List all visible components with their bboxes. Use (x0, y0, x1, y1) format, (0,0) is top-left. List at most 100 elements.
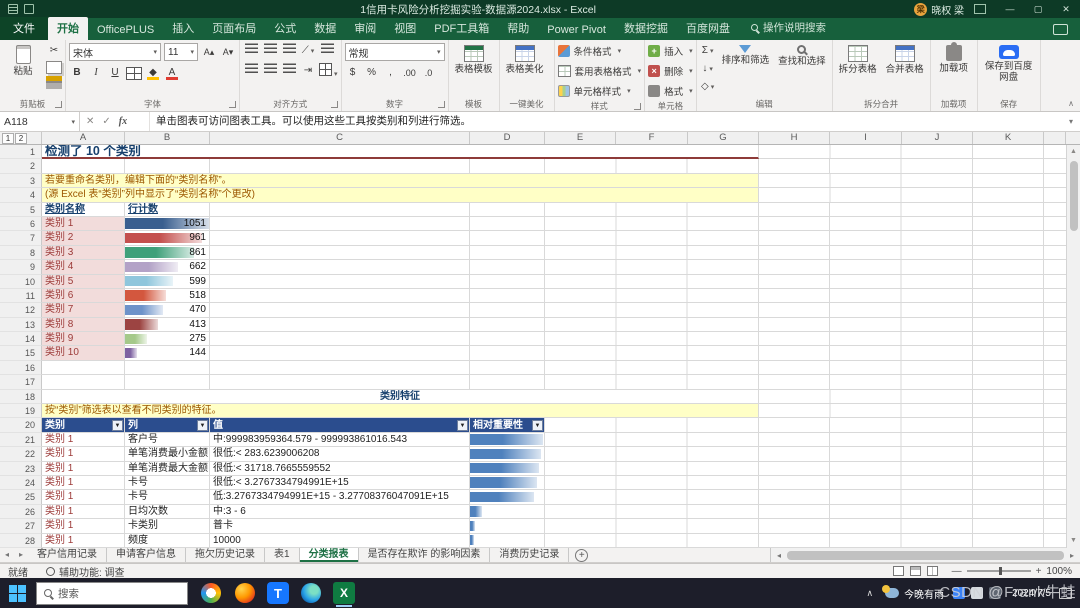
align-center-icon[interactable] (262, 63, 278, 79)
feature-value-cell[interactable]: 低:3.2767334794991E+15 - 3.27708376047091… (210, 490, 470, 504)
zoom-slider-thumb[interactable] (999, 567, 1002, 575)
row-header[interactable]: 8 (0, 246, 42, 260)
row-header[interactable]: 16 (0, 361, 42, 375)
cell-empty[interactable] (470, 246, 545, 260)
cell-empty[interactable] (470, 260, 545, 274)
category-name-header-cell[interactable]: 类别名称 (42, 203, 125, 217)
search-browser-icon[interactable] (199, 581, 223, 605)
row-header[interactable]: 18 (0, 390, 42, 404)
row-header[interactable]: 24 (0, 476, 42, 490)
tab-insert[interactable]: 插入 (163, 17, 203, 40)
category-name-cell[interactable]: 类别 3 (42, 246, 125, 260)
cell-empty[interactable] (470, 231, 545, 245)
cell-empty[interactable] (470, 159, 545, 173)
format-cells-button[interactable]: 格式▾ (648, 83, 693, 99)
cell-empty[interactable] (210, 246, 470, 260)
comma-style-icon[interactable]: , (383, 65, 399, 81)
outline-level-1-button[interactable]: 1 (2, 133, 14, 144)
row-header[interactable]: 26 (0, 505, 42, 519)
cell-empty[interactable] (125, 361, 210, 375)
conditional-formatting-button[interactable]: 条件格式▾ (558, 43, 622, 59)
font-name-select[interactable]: 宋体▾ (69, 43, 161, 61)
feature-column-cell[interactable]: 卡类别 (125, 519, 210, 533)
feature-column-cell[interactable]: 卡号 (125, 476, 210, 490)
cell-empty[interactable] (210, 303, 470, 317)
user-avatar[interactable]: 梁 (914, 3, 927, 16)
minimize-button[interactable]: — (996, 0, 1024, 18)
category-name-cell[interactable]: 类别 2 (42, 231, 125, 245)
tab-home[interactable]: 开始 (48, 17, 88, 40)
tab-pdf-tools[interactable]: PDF工具箱 (425, 17, 498, 40)
sort-filter-button[interactable]: 排序和筛选 (719, 43, 773, 69)
tab-review[interactable]: 审阅 (345, 17, 385, 40)
column-header-k[interactable]: K (973, 132, 1044, 144)
accounting-format-icon[interactable]: $ (345, 65, 361, 81)
tab-view[interactable]: 视图 (385, 17, 425, 40)
align-right-icon[interactable] (281, 63, 297, 79)
sheet-tab[interactable]: 消费历史记录 (490, 548, 569, 562)
formula-input[interactable]: 单击图表可访问图表工具。可以使用这些工具按类别和列进行筛选。 (150, 112, 1062, 131)
align-top-icon[interactable] (243, 43, 259, 59)
count-bar-cell[interactable]: 861 (125, 246, 210, 260)
number-format-select[interactable]: 常规▾ (345, 43, 445, 61)
category-name-cell[interactable]: 类别 10 (42, 346, 125, 360)
tab-help[interactable]: 帮助 (498, 17, 538, 40)
row-header[interactable]: 15 (0, 346, 42, 360)
cell-styles-button[interactable]: 单元格样式▾ (558, 83, 631, 99)
cell-empty[interactable] (210, 217, 470, 231)
table-beautify-button[interactable]: 表格美化 (503, 43, 547, 78)
cell-empty[interactable] (42, 375, 125, 389)
row-header[interactable]: 10 (0, 275, 42, 289)
feature-column-cell[interactable]: 频度 (125, 534, 210, 548)
cell-empty[interactable] (210, 159, 470, 173)
count-bar-cell[interactable]: 518 (125, 289, 210, 303)
sheet-nav-right-icon[interactable]: ▸ (14, 548, 28, 562)
importance-cell[interactable] (470, 462, 545, 476)
sheet-tab[interactable]: 表1 (265, 548, 300, 562)
category-name-cell[interactable]: 类别 5 (42, 275, 125, 289)
cell-empty[interactable] (210, 375, 470, 389)
format-painter-icon[interactable] (46, 76, 62, 89)
cell-empty[interactable] (210, 318, 470, 332)
feature-column-cell[interactable]: 单笔消费最大金额 (125, 462, 210, 476)
tab-file[interactable]: 文件 (0, 17, 48, 40)
copy-icon[interactable] (46, 61, 62, 74)
column-header-j[interactable]: J (902, 132, 973, 144)
save-to-netdisk-button[interactable]: 保存到百度网盘 (981, 43, 1037, 85)
tab-page-layout[interactable]: 页面布局 (203, 17, 265, 40)
row-header[interactable]: 9 (0, 260, 42, 274)
dialog-launcher-icon[interactable] (634, 103, 641, 110)
cell-empty[interactable] (210, 332, 470, 346)
feature-column-cell[interactable]: 日均次数 (125, 505, 210, 519)
t-app-icon[interactable]: T (267, 582, 289, 604)
indent-icon[interactable]: ⇥ (300, 63, 316, 79)
cell-empty[interactable] (210, 289, 470, 303)
merge-center-icon[interactable]: ▾ (319, 63, 338, 79)
percent-style-icon[interactable]: % (364, 65, 380, 81)
count-bar-cell[interactable]: 961 (125, 231, 210, 245)
dialog-launcher-icon[interactable] (55, 101, 62, 108)
italic-button[interactable]: I (88, 65, 104, 81)
count-bar-cell[interactable]: 662 (125, 260, 210, 274)
row-header[interactable]: 3 (0, 174, 42, 188)
sheet-tab[interactable]: 客户信用记录 (28, 548, 107, 562)
column-header-a[interactable]: A (42, 132, 125, 144)
outline-level-2-button[interactable]: 2 (15, 133, 27, 144)
filter-dropdown-icon[interactable]: ▼ (112, 420, 123, 431)
filter-dropdown-icon[interactable]: ▼ (532, 420, 543, 431)
table-header-cell[interactable]: 类别▼ (42, 418, 125, 432)
feature-column-cell[interactable]: 客户号 (125, 433, 210, 447)
save-icon[interactable] (24, 4, 34, 14)
delete-cells-button[interactable]: ×删除▾ (648, 63, 693, 79)
tell-me-search[interactable]: 操作说明搜索 (751, 20, 826, 40)
row-header[interactable]: 21 (0, 433, 42, 447)
normal-view-icon[interactable] (893, 566, 904, 576)
cell-empty[interactable] (470, 203, 545, 217)
ribbon-display-options-icon[interactable] (974, 4, 986, 14)
cell-empty[interactable] (210, 203, 470, 217)
clear-icon[interactable]: ◇▾ (700, 79, 716, 95)
cell-empty[interactable] (125, 159, 210, 173)
category-name-cell[interactable]: 类别 6 (42, 289, 125, 303)
table-header-cell[interactable]: 相对重要性▼ (470, 418, 545, 432)
comments-icon[interactable] (1053, 24, 1068, 35)
